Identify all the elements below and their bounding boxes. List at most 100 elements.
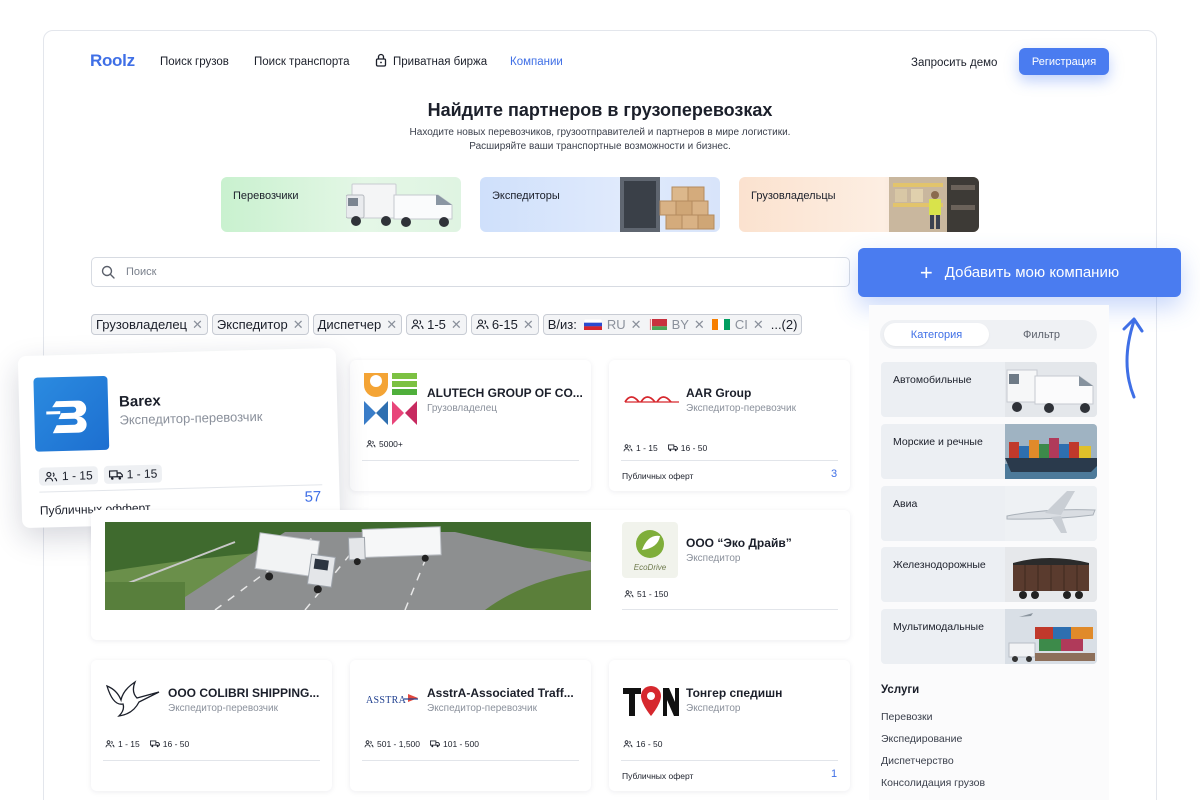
featured-company-card-barex[interactable]: Barex Экспедитор-перевозчик 1 - 15 1 - 1… (17, 347, 341, 529)
filter-chips: Грузовладелец ✕ Экспедитор ✕ Диспетчер ✕ 1-… (91, 314, 803, 335)
chip-countries[interactable]: В/из: RU ✕ BY ✕ CI ✕ ...(2) (542, 314, 803, 335)
close-icon[interactable]: ✕ (523, 317, 534, 333)
company-role: Экспедитор-перевозчик (427, 703, 537, 714)
employee-count: 1 - 15 (61, 468, 93, 484)
employee-count: 501 - 1,500 (377, 739, 421, 749)
nav-transport-search[interactable]: Поиск транспорта (254, 56, 350, 68)
alutech-logo (364, 373, 417, 425)
highway-trucks-image (105, 522, 591, 610)
close-icon[interactable]: ✕ (293, 317, 304, 333)
chip-label: Диспетчер (317, 317, 382, 332)
tile-forwarders[interactable]: Экспедиторы (480, 177, 720, 232)
offers-count[interactable]: 57 (304, 488, 321, 505)
offers-count[interactable]: 1 (831, 768, 837, 780)
page-title: Найдите партнеров в грузоперевозках (427, 100, 773, 120)
category-label: Мультимодальные (893, 621, 984, 633)
chip-cargo-owner[interactable]: Грузовладелец ✕ (91, 314, 208, 335)
tile-carriers-label: Перевозчики (233, 190, 299, 202)
request-demo-link[interactable]: Запросить демо (911, 57, 997, 69)
service-link-consolidation[interactable]: Консолидация грузов (881, 777, 985, 789)
people-icon (623, 444, 633, 452)
company-role: Экспедитор-перевозчик (119, 408, 263, 428)
close-icon[interactable]: ✕ (694, 317, 705, 333)
chip-employees-6-15[interactable]: 6-15 ✕ (470, 314, 539, 335)
offers-count[interactable]: 3 (831, 468, 837, 480)
company-card-colibri[interactable]: ООО COLIBRI SHIPPING... Экспедитор-перев… (91, 660, 332, 791)
close-icon[interactable]: ✕ (192, 317, 203, 333)
tile-cargo-owners[interactable]: Грузовладельцы (739, 177, 979, 232)
search-input[interactable] (126, 264, 826, 280)
company-role: Грузовладелец (427, 403, 498, 414)
close-icon[interactable]: ✕ (386, 317, 397, 333)
divider (622, 609, 838, 610)
company-name[interactable]: Тонгер спедишн (686, 686, 782, 700)
service-link-transport[interactable]: Перевозки (881, 711, 933, 723)
people-icon (624, 590, 634, 598)
company-card-aar[interactable]: AAR Group Экспедитор-перевозчик 1 - 15 1… (609, 360, 850, 491)
chip-label: 6-15 (491, 317, 518, 332)
chip-label: Грузовладелец (96, 317, 188, 332)
service-link-forwarding[interactable]: Экспедирование (881, 733, 962, 745)
ship-image (1005, 424, 1097, 479)
add-company-button[interactable]: + Добавить мою компанию (858, 248, 1181, 297)
close-icon[interactable]: ✕ (753, 317, 764, 333)
category-road[interactable]: Автомобильные (881, 362, 1097, 417)
people-icon (411, 319, 424, 330)
company-name[interactable]: ALUTECH GROUP OF CO... (427, 386, 583, 400)
company-card-alutech[interactable]: ALUTECH GROUP OF CO... Грузовладелец 500… (350, 360, 591, 491)
category-air[interactable]: Авиа (881, 486, 1097, 541)
company-name[interactable]: AAR Group (686, 386, 751, 400)
tile-cargo-owners-label: Грузовладельцы (751, 190, 836, 202)
company-name[interactable]: ООО COLIBRI SHIPPING... (168, 686, 319, 700)
chip-label: В/из: (547, 317, 577, 332)
company-meta: 501 - 1,500 101 - 500 (364, 739, 479, 749)
tab-filter[interactable]: Фильтр (990, 323, 1093, 346)
flag-ru-icon (583, 319, 602, 330)
company-meta: 5000+ (366, 439, 403, 449)
close-icon[interactable]: ✕ (451, 317, 462, 333)
employee-count: 5000+ (379, 439, 403, 449)
ecodrive-logo-text: EcoDrive (633, 563, 667, 572)
company-card-asstra[interactable]: ASSTRA AsstrA-Associated Traff... Экспед… (350, 660, 591, 791)
category-label: Морские и речные (893, 436, 983, 448)
company-card-ecodrive[interactable]: EcoDrive ООО “Эко Драйв” Экспедитор 51 -… (600, 510, 850, 640)
category-label: Автомобильные (893, 374, 972, 386)
company-name[interactable]: Barex (119, 392, 161, 410)
company-name[interactable]: ООО “Эко Драйв” (686, 536, 792, 550)
divider (621, 460, 838, 461)
chip-forwarder[interactable]: Экспедитор ✕ (211, 314, 309, 335)
tile-carriers[interactable]: Перевозчики (221, 177, 461, 232)
hero-subtitle-line-2: Расширяйте ваши транспортные возможности… (469, 141, 731, 152)
nav-private-exchange[interactable]: Приватная биржа (393, 56, 487, 68)
category-sea[interactable]: Морские и речные (881, 424, 1097, 479)
add-company-label: Добавить мою компанию (944, 264, 1120, 281)
category-multimodal[interactable]: Мультимодальные (881, 609, 1097, 664)
company-meta: 16 - 50 (623, 739, 662, 749)
people-icon (364, 740, 374, 748)
truck-icon (430, 740, 440, 748)
category-rail[interactable]: Железнодорожные (881, 547, 1097, 602)
close-icon[interactable]: ✕ (631, 317, 642, 333)
company-name[interactable]: AsstrA-Associated Traff... (427, 686, 574, 700)
roolz-logo[interactable]: Roolz (90, 51, 135, 71)
nav-companies[interactable]: Компании (510, 56, 563, 68)
register-button[interactable]: Регистрация (1019, 48, 1109, 75)
service-link-dispatching[interactable]: Диспетчерство (881, 755, 954, 767)
services-heading: Услуги (881, 684, 920, 696)
company-role: Экспедитор (686, 553, 741, 564)
company-card-tonger[interactable]: Тонгер спедишн Экспедитор 16 - 50 Публич… (609, 660, 850, 791)
category-label: Железнодорожные (893, 559, 986, 571)
chip-dispatcher[interactable]: Диспетчер ✕ (312, 314, 403, 335)
warehouse-worker-image (889, 177, 979, 232)
tile-forwarders-label: Экспедиторы (492, 190, 560, 202)
chip-employees-1-5[interactable]: 1-5 ✕ (406, 314, 467, 335)
chip-more-countries[interactable]: ...(2) (771, 317, 798, 332)
divider (362, 460, 579, 461)
tab-category[interactable]: Категория (884, 323, 989, 346)
chip-country-ci: CI (734, 317, 748, 332)
nav-cargo-search[interactable]: Поиск грузов (160, 56, 229, 68)
flag-by-icon (648, 319, 667, 330)
company-role: Экспедитор-перевозчик (168, 703, 278, 714)
category-label: Авиа (893, 498, 918, 510)
tonger-logo (623, 686, 679, 716)
